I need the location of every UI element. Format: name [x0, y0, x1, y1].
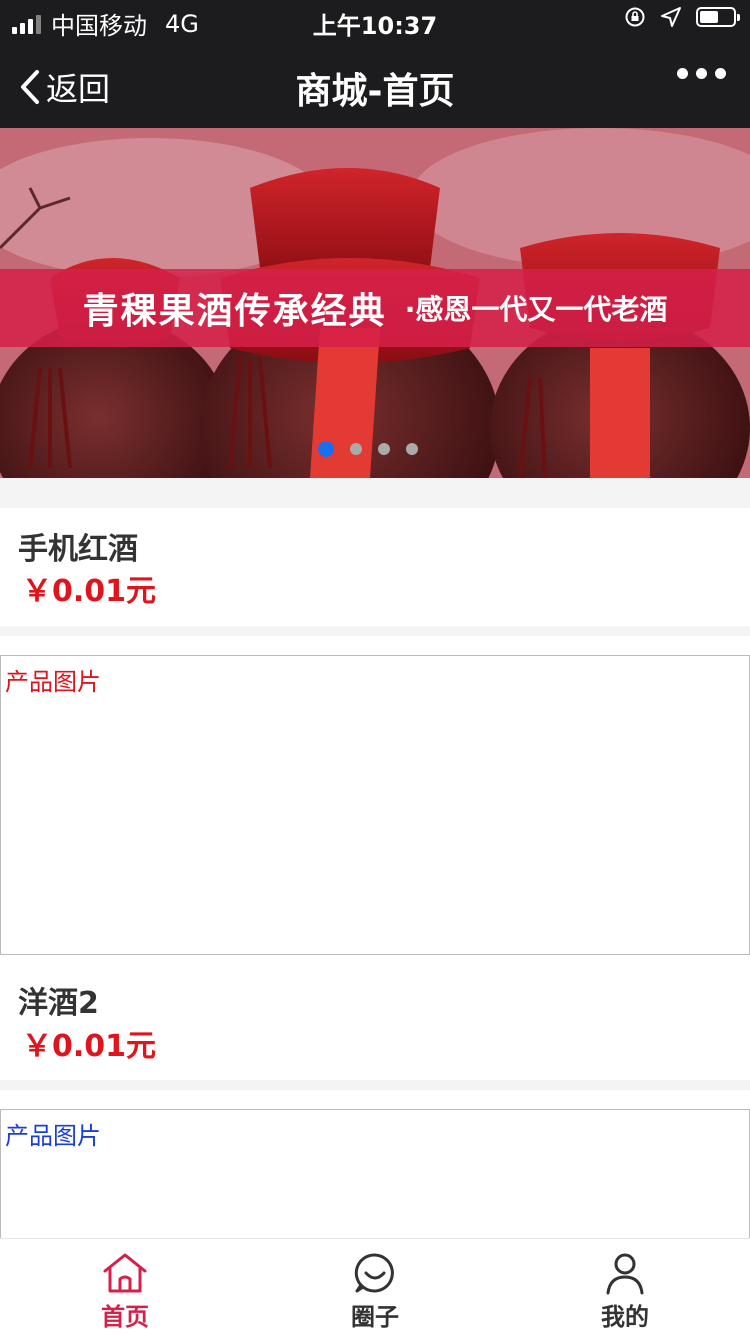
product-price: ￥0.01元 — [22, 574, 157, 609]
banner-caption: 青稞果酒传承经典 ·感恩一代又一代老酒 — [0, 269, 750, 347]
product-name: 洋酒2 — [18, 986, 99, 1021]
carousel-dot-4[interactable] — [406, 443, 418, 455]
carousel-indicator[interactable] — [318, 441, 418, 457]
product-card-1[interactable]: 手机红酒 ￥0.01元 — [0, 508, 750, 626]
battery-icon — [696, 7, 740, 27]
tab-circle-label: 圈子 — [351, 1303, 399, 1331]
more-button[interactable] — [677, 68, 726, 79]
product-card-2[interactable]: 产品图片 洋酒2 ￥0.01元 — [0, 636, 750, 1080]
product-image-placeholder: 产品图片 — [5, 1122, 101, 1150]
product-image[interactable]: 产品图片 — [0, 655, 750, 955]
tab-circle[interactable]: 圈子 — [250, 1239, 500, 1335]
tab-profile-label: 我的 — [601, 1303, 649, 1331]
user-icon — [606, 1253, 644, 1295]
status-bar: 中国移动 4G 上午10:37 — [0, 0, 750, 40]
product-card-3[interactable]: 产品图片 — [0, 1090, 750, 1250]
product-image[interactable]: 产品图片 — [0, 1109, 750, 1250]
rotation-lock-icon — [625, 7, 645, 27]
product-price: ￥0.01元 — [22, 1029, 157, 1064]
home-icon — [103, 1253, 147, 1293]
more-dot-icon — [696, 68, 707, 79]
more-dot-icon — [677, 68, 688, 79]
tab-bar: 首页 圈子 我的 — [0, 1238, 750, 1335]
tab-home-label: 首页 — [101, 1303, 149, 1331]
carousel-dot-3[interactable] — [378, 443, 390, 455]
nav-bar: 返回 商城-首页 — [0, 40, 750, 128]
banner-headline: 青稞果酒传承经典 — [82, 291, 387, 332]
product-image-placeholder: 产品图片 — [5, 668, 101, 696]
product-name: 手机红酒 — [18, 532, 138, 567]
banner-carousel[interactable]: 青稞果酒传承经典 ·感恩一代又一代老酒 — [0, 128, 750, 478]
chat-icon — [354, 1253, 394, 1293]
more-dot-icon — [715, 68, 726, 79]
tab-profile[interactable]: 我的 — [500, 1239, 750, 1335]
tab-home[interactable]: 首页 — [0, 1239, 250, 1335]
carousel-dot-1[interactable] — [318, 441, 334, 457]
page-title: 商城-首页 — [295, 71, 455, 112]
carousel-dot-2[interactable] — [350, 443, 362, 455]
location-icon — [661, 7, 681, 27]
banner-subline: ·感恩一代又一代老酒 — [404, 293, 668, 326]
